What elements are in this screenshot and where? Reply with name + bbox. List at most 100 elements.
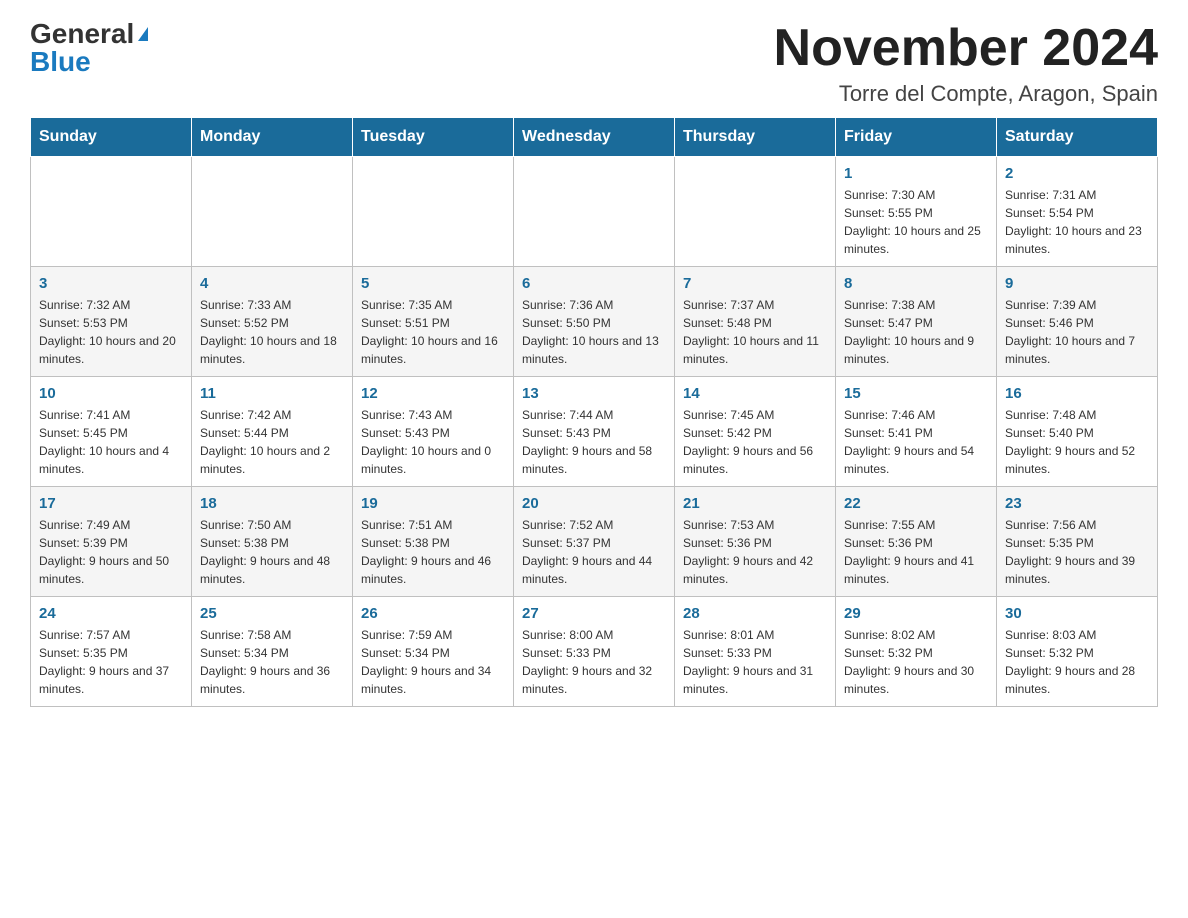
day-info: Sunrise: 7:48 AM Sunset: 5:40 PM Dayligh… — [1005, 406, 1149, 478]
day-info: Sunrise: 8:01 AM Sunset: 5:33 PM Dayligh… — [683, 626, 827, 698]
calendar-day-cell: 15 Sunrise: 7:46 AM Sunset: 5:41 PM Dayli… — [836, 377, 997, 487]
calendar-day-cell: 8Sunrise: 7:38 AM Sunset: 5:47 PM Daylig… — [836, 267, 997, 377]
day-number: 8 — [844, 275, 988, 292]
calendar-day-cell: 19 Sunrise: 7:51 AM Sunset: 5:38 PM Dayli… — [353, 487, 514, 597]
day-info: Sunrise: 7:52 AM Sunset: 5:37 PM Dayligh… — [522, 516, 666, 588]
day-info: Sunrise: 7:32 AM Sunset: 5:53 PM Dayligh… — [39, 296, 183, 368]
calendar-week-row: 24 Sunrise: 7:57 AM Sunset: 5:35 PM Dayli… — [31, 597, 1158, 707]
day-info: Sunrise: 7:46 AM Sunset: 5:41 PM Dayligh… — [844, 406, 988, 478]
day-number: 23 — [1005, 495, 1149, 512]
day-number: 14 — [683, 385, 827, 402]
calendar-day-cell: 24 Sunrise: 7:57 AM Sunset: 5:35 PM Dayli… — [31, 597, 192, 707]
day-number: 25 — [200, 605, 344, 622]
calendar-day-cell: 17 Sunrise: 7:49 AM Sunset: 5:39 PM Dayli… — [31, 487, 192, 597]
day-number: 2 — [1005, 165, 1149, 182]
calendar-day-cell: 12Sunrise: 7:43 AM Sunset: 5:43 PM Dayli… — [353, 377, 514, 487]
day-info: Sunrise: 7:37 AM Sunset: 5:48 PM Dayligh… — [683, 296, 827, 368]
day-number: 24 — [39, 605, 183, 622]
day-number: 7 — [683, 275, 827, 292]
day-info: Sunrise: 7:41 AM Sunset: 5:45 PM Dayligh… — [39, 406, 183, 478]
calendar-day-cell: 11Sunrise: 7:42 AM Sunset: 5:44 PM Dayli… — [192, 377, 353, 487]
day-info: Sunrise: 7:57 AM Sunset: 5:35 PM Dayligh… — [39, 626, 183, 698]
day-info: Sunrise: 7:39 AM Sunset: 5:46 PM Dayligh… — [1005, 296, 1149, 368]
weekday-header-row: SundayMondayTuesdayWednesdayThursdayFrid… — [31, 118, 1158, 157]
day-number: 4 — [200, 275, 344, 292]
day-info: Sunrise: 7:55 AM Sunset: 5:36 PM Dayligh… — [844, 516, 988, 588]
calendar-day-cell: 5 Sunrise: 7:35 AM Sunset: 5:51 PM Daylig… — [353, 267, 514, 377]
day-info: Sunrise: 7:45 AM Sunset: 5:42 PM Dayligh… — [683, 406, 827, 478]
calendar-subtitle: Torre del Compte, Aragon, Spain — [774, 81, 1158, 107]
day-number: 5 — [361, 275, 505, 292]
calendar-day-cell — [675, 157, 836, 267]
calendar-week-row: 17 Sunrise: 7:49 AM Sunset: 5:39 PM Dayli… — [31, 487, 1158, 597]
calendar-day-cell: 30Sunrise: 8:03 AM Sunset: 5:32 PM Dayli… — [997, 597, 1158, 707]
calendar-title: November 2024 — [774, 20, 1158, 77]
calendar-day-cell: 9Sunrise: 7:39 AM Sunset: 5:46 PM Daylig… — [997, 267, 1158, 377]
day-info: Sunrise: 7:56 AM Sunset: 5:35 PM Dayligh… — [1005, 516, 1149, 588]
calendar-day-cell: 26Sunrise: 7:59 AM Sunset: 5:34 PM Dayli… — [353, 597, 514, 707]
day-info: Sunrise: 7:58 AM Sunset: 5:34 PM Dayligh… — [200, 626, 344, 698]
calendar-day-cell: 6Sunrise: 7:36 AM Sunset: 5:50 PM Daylig… — [514, 267, 675, 377]
calendar-day-cell: 22 Sunrise: 7:55 AM Sunset: 5:36 PM Dayli… — [836, 487, 997, 597]
calendar-day-cell: 25 Sunrise: 7:58 AM Sunset: 5:34 PM Dayli… — [192, 597, 353, 707]
calendar-day-cell: 7 Sunrise: 7:37 AM Sunset: 5:48 PM Daylig… — [675, 267, 836, 377]
logo-blue-text: Blue — [30, 48, 91, 76]
calendar-day-cell: 18 Sunrise: 7:50 AM Sunset: 5:38 PM Dayli… — [192, 487, 353, 597]
calendar-week-row: 3 Sunrise: 7:32 AM Sunset: 5:53 PM Daylig… — [31, 267, 1158, 377]
calendar-table: SundayMondayTuesdayWednesdayThursdayFrid… — [30, 117, 1158, 707]
day-number: 10 — [39, 385, 183, 402]
day-number: 19 — [361, 495, 505, 512]
calendar-day-cell: 16 Sunrise: 7:48 AM Sunset: 5:40 PM Dayli… — [997, 377, 1158, 487]
calendar-day-cell — [514, 157, 675, 267]
day-info: Sunrise: 7:44 AM Sunset: 5:43 PM Dayligh… — [522, 406, 666, 478]
logo-triangle-icon — [138, 27, 148, 41]
logo: General Blue — [30, 20, 148, 76]
calendar-week-row: 1 Sunrise: 7:30 AM Sunset: 5:55 PM Daylig… — [31, 157, 1158, 267]
logo-general-text: General — [30, 20, 134, 48]
day-info: Sunrise: 7:30 AM Sunset: 5:55 PM Dayligh… — [844, 186, 988, 258]
calendar-day-cell: 1 Sunrise: 7:30 AM Sunset: 5:55 PM Daylig… — [836, 157, 997, 267]
calendar-day-cell: 23 Sunrise: 7:56 AM Sunset: 5:35 PM Dayli… — [997, 487, 1158, 597]
day-number: 1 — [844, 165, 988, 182]
day-info: Sunrise: 7:51 AM Sunset: 5:38 PM Dayligh… — [361, 516, 505, 588]
day-info: Sunrise: 7:50 AM Sunset: 5:38 PM Dayligh… — [200, 516, 344, 588]
calendar-day-cell: 3 Sunrise: 7:32 AM Sunset: 5:53 PM Daylig… — [31, 267, 192, 377]
calendar-day-cell: 28Sunrise: 8:01 AM Sunset: 5:33 PM Dayli… — [675, 597, 836, 707]
day-number: 17 — [39, 495, 183, 512]
day-info: Sunrise: 8:02 AM Sunset: 5:32 PM Dayligh… — [844, 626, 988, 698]
day-info: Sunrise: 7:43 AM Sunset: 5:43 PM Dayligh… — [361, 406, 505, 478]
calendar-day-cell: 14 Sunrise: 7:45 AM Sunset: 5:42 PM Dayli… — [675, 377, 836, 487]
day-info: Sunrise: 7:59 AM Sunset: 5:34 PM Dayligh… — [361, 626, 505, 698]
weekday-header-monday: Monday — [192, 118, 353, 157]
day-info: Sunrise: 7:33 AM Sunset: 5:52 PM Dayligh… — [200, 296, 344, 368]
weekday-header-friday: Friday — [836, 118, 997, 157]
calendar-day-cell — [31, 157, 192, 267]
day-number: 3 — [39, 275, 183, 292]
day-number: 15 — [844, 385, 988, 402]
calendar-day-cell — [192, 157, 353, 267]
page-header: General Blue November 2024 Torre del Com… — [30, 20, 1158, 107]
calendar-day-cell: 29Sunrise: 8:02 AM Sunset: 5:32 PM Dayli… — [836, 597, 997, 707]
day-info: Sunrise: 7:31 AM Sunset: 5:54 PM Dayligh… — [1005, 186, 1149, 258]
day-info: Sunrise: 7:35 AM Sunset: 5:51 PM Dayligh… — [361, 296, 505, 368]
calendar-day-cell: 2 Sunrise: 7:31 AM Sunset: 5:54 PM Daylig… — [997, 157, 1158, 267]
day-info: Sunrise: 7:53 AM Sunset: 5:36 PM Dayligh… — [683, 516, 827, 588]
day-number: 21 — [683, 495, 827, 512]
day-number: 16 — [1005, 385, 1149, 402]
day-number: 27 — [522, 605, 666, 622]
day-number: 18 — [200, 495, 344, 512]
calendar-day-cell: 20 Sunrise: 7:52 AM Sunset: 5:37 PM Dayli… — [514, 487, 675, 597]
day-info: Sunrise: 7:36 AM Sunset: 5:50 PM Dayligh… — [522, 296, 666, 368]
day-info: Sunrise: 7:49 AM Sunset: 5:39 PM Dayligh… — [39, 516, 183, 588]
calendar-day-cell: 27 Sunrise: 8:00 AM Sunset: 5:33 PM Dayli… — [514, 597, 675, 707]
calendar-week-row: 10 Sunrise: 7:41 AM Sunset: 5:45 PM Dayli… — [31, 377, 1158, 487]
calendar-day-cell — [353, 157, 514, 267]
weekday-header-thursday: Thursday — [675, 118, 836, 157]
day-number: 22 — [844, 495, 988, 512]
day-number: 20 — [522, 495, 666, 512]
weekday-header-sunday: Sunday — [31, 118, 192, 157]
day-number: 13 — [522, 385, 666, 402]
day-info: Sunrise: 8:03 AM Sunset: 5:32 PM Dayligh… — [1005, 626, 1149, 698]
calendar-day-cell: 13 Sunrise: 7:44 AM Sunset: 5:43 PM Dayli… — [514, 377, 675, 487]
day-info: Sunrise: 8:00 AM Sunset: 5:33 PM Dayligh… — [522, 626, 666, 698]
